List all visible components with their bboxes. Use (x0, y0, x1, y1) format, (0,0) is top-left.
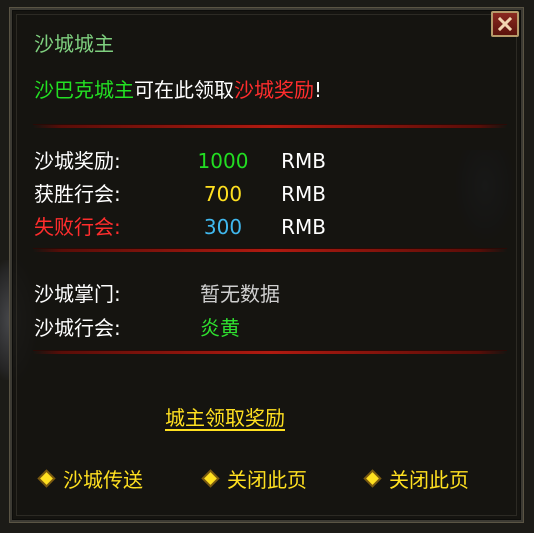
divider (33, 124, 507, 128)
reward-label: 获胜行会: (34, 182, 121, 206)
notice-lord: 沙巴克城主 (34, 78, 134, 102)
reward-unit: RMB (281, 182, 326, 206)
reward-value: 300 (203, 215, 243, 239)
footer-button-label: 沙城传送 (63, 468, 143, 492)
diamond-bullet-icon (204, 472, 217, 485)
reward-notice: 沙巴克城主可在此领取沙城奖励! (34, 74, 322, 103)
close-button[interactable] (491, 11, 519, 37)
reward-unit: RMB (281, 215, 326, 239)
info-value: 暂无数据 (200, 282, 280, 306)
reward-value: 1000 (197, 149, 249, 173)
close-icon (497, 16, 513, 32)
reward-value: 700 (203, 182, 243, 206)
teleport-sabak-button[interactable]: 沙城传送 (40, 464, 143, 493)
dialog-title: 沙城城主 (34, 32, 114, 56)
reward-row-castle: 沙城奖励: 1000 RMB (34, 145, 326, 173)
notice-exclaim: ! (314, 78, 323, 102)
info-value: 炎黄 (200, 316, 240, 340)
info-row-leader: 沙城掌门: 暂无数据 (34, 278, 280, 306)
diamond-bullet-icon (366, 472, 379, 485)
diamond-bullet-icon (40, 472, 53, 485)
reward-row-winner: 获胜行会: 700 RMB (34, 178, 326, 206)
notice-text: 可在此领取 (134, 78, 234, 102)
claim-reward-link[interactable]: 城主领取奖励 (165, 402, 285, 431)
close-page-button-2[interactable]: 关闭此页 (366, 464, 469, 493)
reward-row-loser: 失败行会: 300 RMB (34, 211, 326, 239)
sabak-lord-dialog: 沙城城主 沙巴克城主可在此领取沙城奖励! 沙城奖励: 1000 RMB 获胜行会:… (10, 8, 523, 522)
divider (33, 350, 507, 354)
info-label: 沙城行会: (34, 316, 121, 340)
info-label: 沙城掌门: (34, 282, 121, 306)
divider (33, 248, 507, 252)
reward-label: 失败行会: (34, 215, 121, 239)
footer-button-label: 关闭此页 (389, 468, 469, 492)
footer-button-label: 关闭此页 (227, 468, 307, 492)
reward-label: 沙城奖励: (34, 149, 121, 173)
reward-unit: RMB (281, 149, 326, 173)
info-row-guild: 沙城行会: 炎黄 (34, 312, 240, 340)
notice-reward: 沙城奖励 (234, 78, 314, 102)
close-page-button[interactable]: 关闭此页 (204, 464, 307, 493)
